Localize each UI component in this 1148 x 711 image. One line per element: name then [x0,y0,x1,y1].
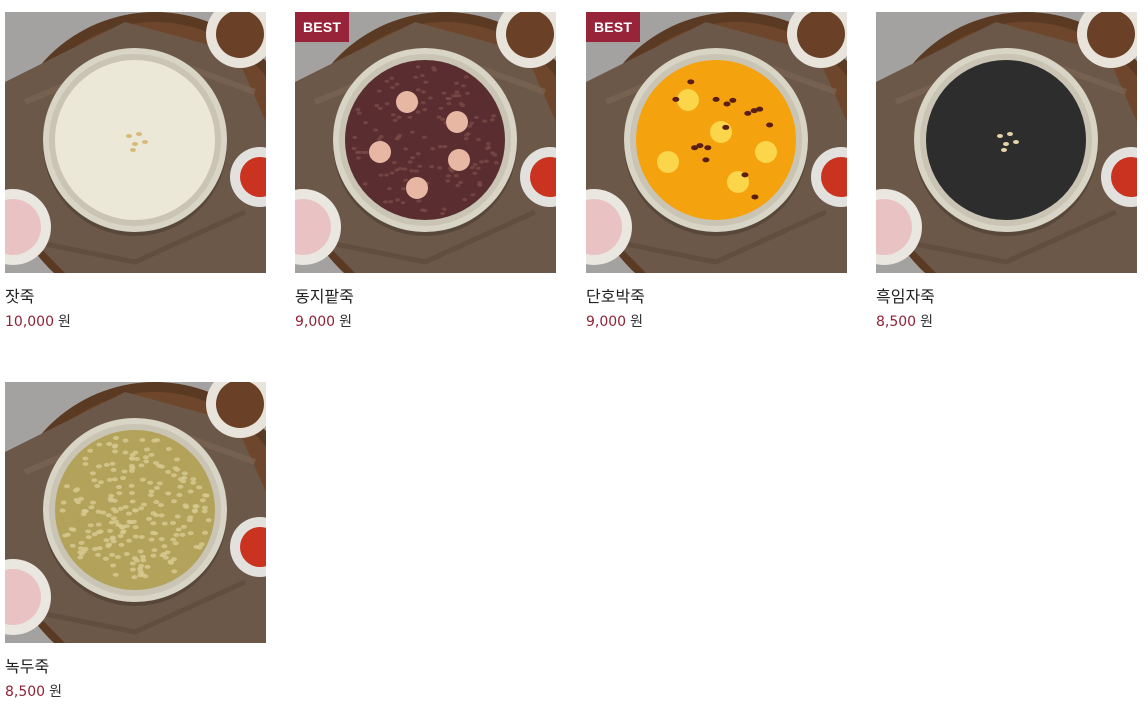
product-price: 10,000 원 [5,313,266,331]
price-currency: 원 [630,314,643,330]
price-value: 9,000 [586,314,627,330]
product-card[interactable]: 잣죽 10,000 원 [5,12,266,331]
product-image[interactable] [5,382,266,643]
product-name[interactable]: 녹두죽 [5,656,266,678]
product-card[interactable]: 녹두죽 8,500 원 [5,382,266,701]
product-image[interactable] [5,12,266,273]
food-photo [586,12,847,273]
product-price: 8,500 원 [876,313,1137,331]
product-price: 9,000 원 [586,313,847,331]
food-photo [295,12,556,273]
product-image[interactable] [876,12,1137,273]
product-grid: 잣죽 10,000 원 BEST 동지팥죽 9,000 원 BEST 단호박죽 9,… [0,0,1148,711]
product-price: 8,500 원 [5,683,266,701]
price-value: 9,000 [295,314,336,330]
product-card[interactable]: BEST 동지팥죽 9,000 원 [295,12,556,331]
food-photo [5,382,266,643]
product-image[interactable]: BEST [295,12,556,273]
product-name[interactable]: 동지팥죽 [295,286,556,308]
product-name[interactable]: 잣죽 [5,286,266,308]
food-photo [5,12,266,273]
product-name[interactable]: 단호박죽 [586,286,847,308]
price-currency: 원 [49,684,62,700]
product-price: 9,000 원 [295,313,556,331]
price-currency: 원 [58,314,71,330]
best-badge: BEST [295,12,350,42]
price-currency: 원 [920,314,933,330]
price-currency: 원 [339,314,352,330]
product-image[interactable]: BEST [586,12,847,273]
price-value: 10,000 [5,314,54,330]
product-card[interactable]: BEST 단호박죽 9,000 원 [586,12,847,331]
food-photo [876,12,1137,273]
product-name[interactable]: 흑임자죽 [876,286,1137,308]
price-value: 8,500 [5,684,46,700]
price-value: 8,500 [876,314,917,330]
best-badge: BEST [586,12,641,42]
product-card[interactable]: 흑임자죽 8,500 원 [876,12,1137,331]
